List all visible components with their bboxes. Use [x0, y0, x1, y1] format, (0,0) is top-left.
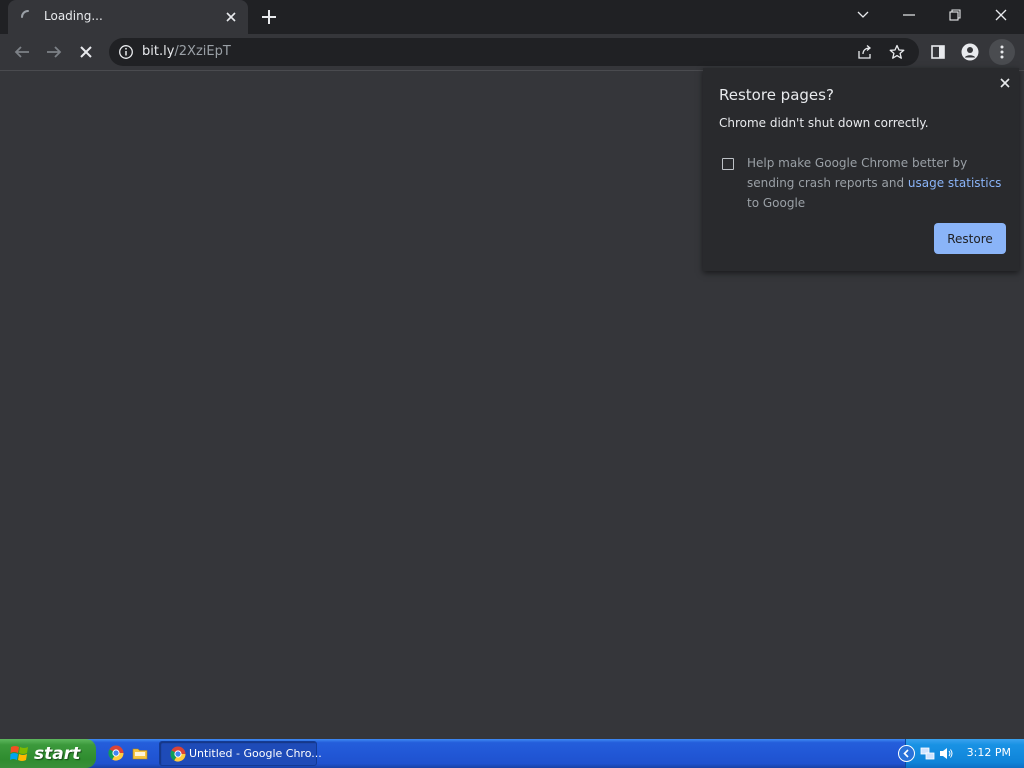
- dialog-title: Restore pages?: [719, 86, 834, 104]
- taskbar-chrome-window[interactable]: Untitled - Google Chro...: [159, 741, 322, 766]
- dialog-close-icon[interactable]: [997, 75, 1013, 91]
- crash-report-checkbox[interactable]: [722, 158, 734, 170]
- address-bar[interactable]: bit.ly/2XziEpT: [109, 38, 919, 66]
- usage-statistics-link[interactable]: usage statistics: [908, 176, 1002, 190]
- windows-flag-icon: [10, 744, 29, 763]
- minimize-icon[interactable]: [886, 0, 932, 30]
- side-panel-icon[interactable]: [926, 40, 950, 64]
- start-label: start: [34, 743, 81, 764]
- tab-strip: Loading...: [0, 0, 1024, 34]
- tab-loading[interactable]: Loading...: [8, 0, 248, 34]
- new-tab-plus-icon[interactable]: [259, 7, 279, 27]
- windows-taskbar: start Untitled - Google Chro... 3:12 PM: [0, 739, 1024, 768]
- back-arrow-icon[interactable]: [10, 40, 34, 64]
- url-host: bit.ly: [142, 44, 175, 59]
- network-icon[interactable]: [920, 746, 935, 761]
- volume-icon[interactable]: [938, 746, 953, 761]
- loading-spinner-icon: [20, 9, 36, 25]
- url-path: /2XziEpT: [174, 44, 231, 59]
- start-button[interactable]: start: [0, 739, 96, 768]
- restore-button[interactable]: Restore: [934, 223, 1006, 254]
- system-tray: 3:12 PM: [898, 739, 1024, 768]
- help-text-after: to Google: [747, 196, 806, 210]
- chrome-quicklaunch-icon[interactable]: [108, 745, 124, 761]
- tab-title: Loading...: [44, 9, 103, 23]
- crash-report-help-text: Help make Google Chrome better by sendin…: [747, 153, 1007, 213]
- restore-window-icon[interactable]: [932, 0, 978, 30]
- clock: 3:12 PM: [966, 746, 1011, 759]
- chrome-icon: [170, 746, 186, 762]
- bookmark-star-icon[interactable]: [889, 44, 905, 60]
- tab-search-chevron-icon[interactable]: [840, 0, 886, 30]
- folder-quicklaunch-icon[interactable]: [132, 745, 148, 761]
- dialog-message: Chrome didn't shut down correctly.: [719, 116, 929, 130]
- stop-loading-icon[interactable]: [74, 40, 98, 64]
- site-info-icon[interactable]: [118, 44, 134, 60]
- close-window-icon[interactable]: [978, 0, 1024, 30]
- forward-arrow-icon[interactable]: [42, 40, 66, 64]
- share-icon[interactable]: [857, 44, 873, 60]
- profile-avatar-icon[interactable]: [958, 40, 982, 64]
- restore-pages-dialog: Restore pages? Chrome didn't shut down c…: [703, 68, 1019, 271]
- chrome-menu-dots-icon[interactable]: [989, 39, 1015, 65]
- browser-toolbar: bit.ly/2XziEpT: [0, 34, 1024, 71]
- taskbar-window-label: Untitled - Google Chro...: [189, 747, 322, 760]
- url-text: bit.ly/2XziEpT: [142, 44, 231, 59]
- tab-close-icon[interactable]: [223, 9, 239, 25]
- show-hidden-icons-chevron-icon[interactable]: [898, 745, 915, 762]
